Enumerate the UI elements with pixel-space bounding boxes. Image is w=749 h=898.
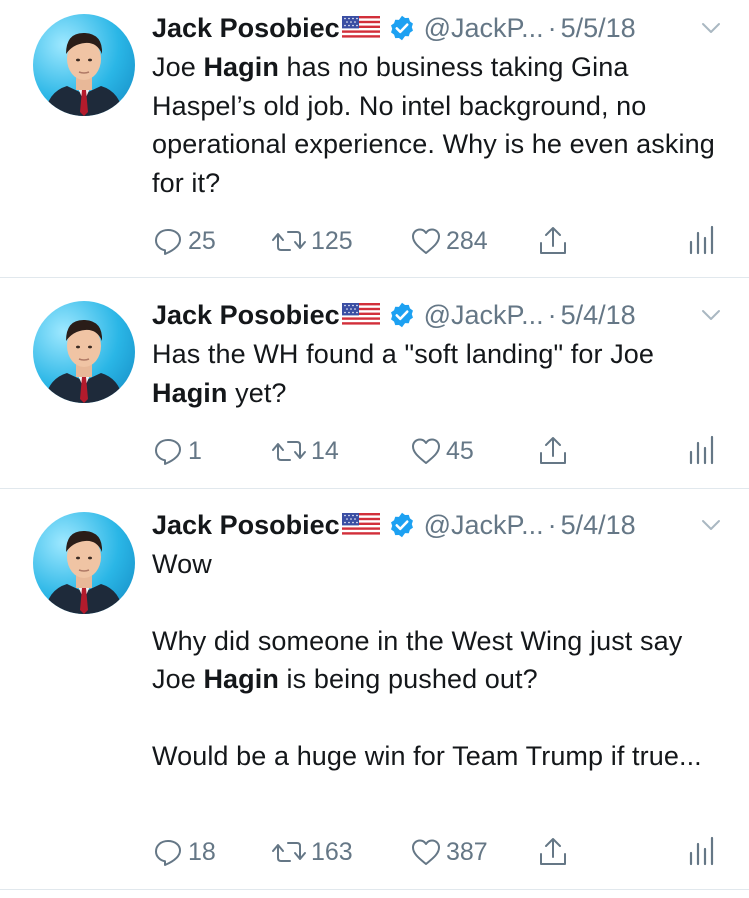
reply-count: 25 [188,226,216,255]
like-icon [412,839,440,865]
retweet-button[interactable]: 14 [271,431,339,471]
share-icon [540,838,566,865]
timeline: Jack Posobiec @JackP... · 5/5/18 Joe Hag… [0,0,749,890]
reply-count: 18 [188,837,216,866]
avatar[interactable] [33,14,135,116]
author-handle[interactable]: @JackP... [424,510,544,541]
tweet-text: Joe Hagin has no business taking Gina Ha… [152,48,723,202]
tweet-actions: 18 163 387 [152,832,723,872]
verified-badge-icon [390,512,413,538]
tweet-paragraph: Would be a huge win for Team Trump if tr… [152,737,723,776]
caret-down-icon[interactable] [699,515,723,535]
share-button[interactable] [537,221,569,261]
analytics-icon [689,836,714,866]
tweet-actions: 1 14 45 [152,431,723,471]
avatar[interactable] [33,301,135,403]
us-flag-icon [341,16,380,40]
author-name[interactable]: Jack Posobiec [152,300,340,331]
author-name[interactable]: Jack Posobiec [152,510,340,541]
like-button[interactable]: 45 [410,431,474,471]
tweet[interactable]: Jack Posobiec @JackP... · 5/5/18 Joe Hag… [0,0,749,278]
tweet-date[interactable]: 5/5/18 [561,13,636,44]
reply-button[interactable]: 18 [152,832,216,872]
tweet-content: Jack Posobiec @JackP... · 5/4/18 [152,297,723,412]
retweet-icon [272,441,306,461]
retweet-icon [272,842,306,862]
us-flag-icon [341,513,380,537]
avatar-image [45,32,123,116]
like-icon [412,438,440,464]
like-icon [412,228,440,254]
tweet-header: Jack Posobiec @JackP... · 5/5/18 [152,10,723,46]
tweet-paragraph: Why did someone in the West Wing just sa… [152,622,723,699]
analytics-icon [689,435,714,465]
highlighted-term: Hagin [203,664,279,694]
text-run: Joe [152,52,204,82]
tweet-header: Jack Posobiec @JackP... · 5/4/18 [152,297,723,333]
reply-icon [155,229,181,255]
separator-dot: · [547,299,557,330]
like-button[interactable]: 284 [410,221,488,261]
tweet-content: Jack Posobiec @JackP... · 5/4/18 [152,507,723,775]
avatar[interactable] [33,512,135,614]
analytics-button[interactable] [685,832,717,872]
retweet-count: 14 [311,436,339,465]
share-button[interactable] [537,431,569,471]
text-run: Has the WH found a "soft landing" for Jo… [152,339,655,369]
like-count: 387 [446,837,488,866]
retweet-button[interactable]: 125 [271,221,353,261]
share-icon [540,227,566,254]
verified-badge-icon [390,15,413,41]
text-run: yet? [227,377,287,408]
separator-dot: · [547,12,557,43]
like-button[interactable]: 387 [410,832,488,872]
reply-icon [155,439,181,465]
reply-button[interactable]: 25 [152,221,216,261]
us-flag-icon [341,303,380,327]
tweet-date[interactable]: 5/4/18 [561,300,636,331]
reply-count: 1 [188,436,202,465]
author-name[interactable]: Jack Posobiec [152,13,340,44]
author-handle[interactable]: @JackP... [424,13,544,44]
tweet-actions: 25 125 284 [152,221,723,261]
tweet-content: Jack Posobiec @JackP... · 5/5/18 Joe Hag… [152,10,723,202]
tweet-paragraph: Wow [152,545,723,584]
caret-down-icon[interactable] [699,305,723,325]
verified-badge-icon [390,302,413,328]
avatar-image [45,319,123,403]
analytics-icon [689,225,714,255]
share-button[interactable] [537,832,569,872]
highlighted-term: Hagin [152,377,228,408]
like-count: 284 [446,226,488,255]
share-icon [540,437,566,464]
author-handle[interactable]: @JackP... [424,300,544,331]
tweet[interactable]: Jack Posobiec @JackP... · 5/4/18 [0,489,749,890]
retweet-count: 163 [311,837,353,866]
like-count: 45 [446,436,474,465]
text-run: is being pushed out? [278,664,538,694]
reply-icon [155,840,181,866]
retweet-icon [272,231,306,251]
tweet-text: Wow Why did someone in the West Wing jus… [152,545,723,775]
retweet-count: 125 [311,226,353,255]
tweet-paragraph: Joe Hagin has no business taking Gina Ha… [152,48,723,202]
tweet-date[interactable]: 5/4/18 [561,510,636,541]
tweet-header: Jack Posobiec @JackP... · 5/4/18 [152,507,723,543]
retweet-button[interactable]: 163 [271,832,353,872]
analytics-button[interactable] [685,431,717,471]
tweet-paragraph: Has the WH found a "soft landing" for Jo… [152,335,723,412]
text-run: Wow [152,549,212,579]
avatar-image [45,530,123,614]
separator-dot: · [547,509,557,540]
highlighted-term: Hagin [203,52,279,82]
tweet-text: Has the WH found a "soft landing" for Jo… [152,335,723,412]
tweet[interactable]: Jack Posobiec @JackP... · 5/4/18 [0,278,749,489]
analytics-button[interactable] [685,221,717,261]
reply-button[interactable]: 1 [152,431,202,471]
text-run: Would be a huge win for Team Trump if tr… [152,740,702,771]
caret-down-icon[interactable] [699,18,723,38]
